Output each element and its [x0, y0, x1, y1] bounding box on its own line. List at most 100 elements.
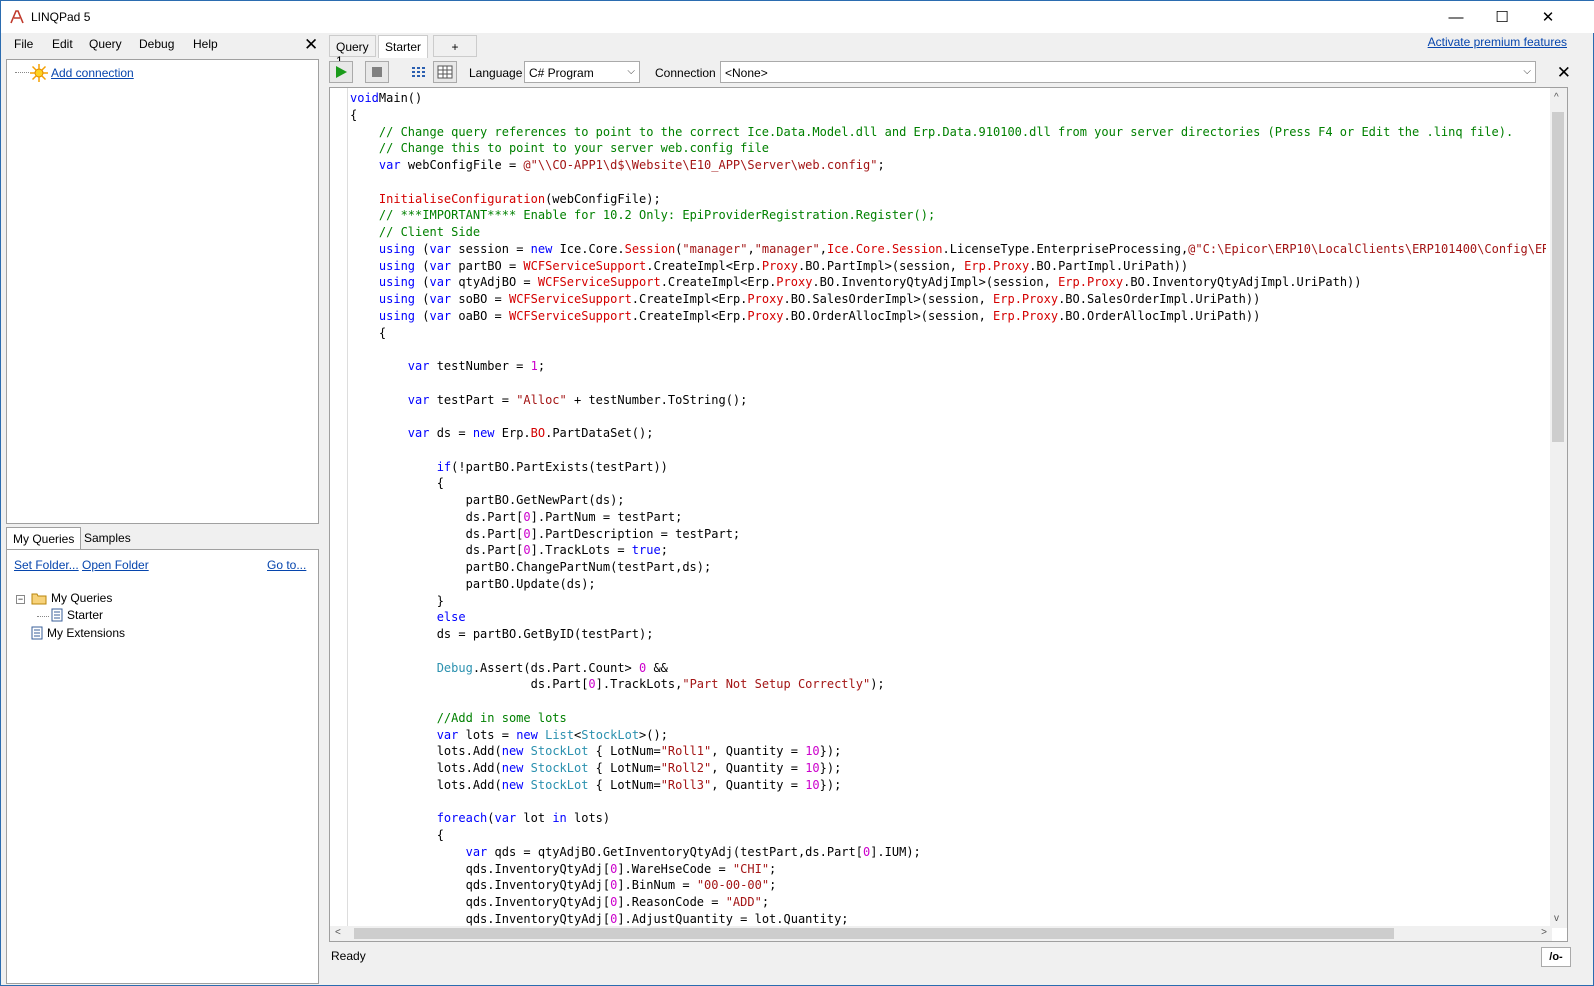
set-folder-link[interactable]: Set Folder... [14, 558, 79, 572]
status-indicator-button[interactable]: /o- [1541, 947, 1571, 967]
code-line: { [350, 325, 387, 340]
connection-select[interactable]: <None> ⌵ [720, 61, 1536, 83]
code-line: var ds = new Erp.BO.PartDataSet(); [407, 426, 654, 440]
vertical-scrollbar[interactable]: ^ v [1550, 88, 1567, 928]
results-grid-button[interactable] [433, 61, 457, 83]
collapse-toggle-icon[interactable]: − [16, 595, 25, 604]
go-to-link[interactable]: Go to... [267, 558, 306, 572]
code-line: qds.InventoryQtyAdj[0].BinNum = "00-00-0… [350, 878, 777, 893]
code-line: { [350, 107, 358, 122]
menu-debug[interactable]: Debug [139, 37, 174, 51]
code-line: partBO.ChangePartNum(testPart,ds); [350, 560, 712, 574]
maximize-button[interactable]: ☐ [1479, 1, 1525, 33]
tab-starter[interactable]: Starter [378, 35, 429, 58]
code-line: lots.Add(new StockLot { LotNum="Roll3", … [350, 777, 842, 792]
tree-connector [15, 72, 29, 73]
tree-connector [37, 616, 49, 617]
code-line: if(!partBO.PartExists(testPart)) [436, 459, 668, 474]
menu-edit[interactable]: Edit [52, 37, 73, 51]
close-panel-icon[interactable]: ✕ [304, 35, 318, 55]
stop-icon [372, 67, 382, 77]
code-line: var qds = qtyAdjBO.GetInventoryQtyAdj(te… [465, 844, 921, 859]
code-editor[interactable]: voidMain() { // Change query references t… [329, 87, 1568, 942]
code-line: var webConfigFile = @"\\CO-APP1\d$\Websi… [378, 158, 885, 172]
add-connection-link[interactable]: Add connection [51, 66, 134, 80]
new-query-tab-button[interactable]: + [433, 35, 477, 57]
close-icon: ✕ [1541, 9, 1555, 26]
menu-query[interactable]: Query [89, 37, 122, 51]
code-line: // ***IMPORTANT**** Enable for 10.2 Only… [378, 208, 936, 223]
menu-file[interactable]: File [14, 37, 33, 51]
tab-query-1[interactable]: Query 1 [329, 35, 376, 68]
results-rich-text-button[interactable] [407, 61, 431, 83]
text-results-icon [412, 67, 425, 77]
code-line: qds.InventoryQtyAdj[0].WareHseCode = "CH… [350, 861, 777, 876]
activate-premium-link[interactable]: Activate premium features [1428, 35, 1567, 49]
app-window: LINQPad 5 — ☐ ✕ File Edit Query Debug He… [0, 0, 1594, 986]
code-text[interactable]: voidMain() { // Change query references t… [350, 90, 1546, 928]
minimize-button[interactable]: — [1433, 1, 1479, 33]
tree-item-my-extensions[interactable]: My Extensions [31, 626, 125, 640]
code-line: ds = partBO.GetByID(testPart); [350, 627, 654, 641]
queries-tree-panel: Set Folder... Open Folder Go to... − My … [6, 549, 319, 984]
vertical-scroll-thumb[interactable] [1552, 112, 1564, 442]
tree-label-my-extensions: My Extensions [47, 626, 126, 640]
code-line: var testPart = "Alloc" + testNumber.ToSt… [407, 392, 748, 407]
tree-label-starter: Starter [67, 608, 104, 622]
query-toolbar: Language C# Program ⌵ Connection <None> … [329, 59, 1594, 85]
code-line: //Add in some lots [436, 710, 567, 725]
tree-label-my-queries: My Queries [51, 591, 113, 605]
code-line: // Change this to point to your server w… [378, 141, 770, 156]
folder-icon [31, 593, 47, 605]
scroll-up-icon[interactable]: ^ [1554, 92, 1559, 103]
run-button[interactable] [329, 61, 353, 83]
horizontal-scroll-thumb[interactable] [354, 928, 1394, 939]
connection-panel: Add connection [6, 59, 319, 524]
open-folder-link[interactable]: Open Folder [82, 558, 149, 572]
connection-value: <None> [725, 66, 768, 80]
code-line: ds.Part[0].TrackLots = true; [350, 543, 668, 558]
close-window-button[interactable]: ✕ [1525, 1, 1571, 33]
code-line: InitialiseConfiguration(webConfigFile); [378, 191, 661, 206]
document-icon [31, 626, 43, 640]
code-line: { [350, 476, 444, 491]
menu-help[interactable]: Help [193, 37, 218, 51]
close-query-icon[interactable]: ✕ [1557, 63, 1571, 83]
status-bar: Ready /o- [329, 945, 1594, 967]
code-line: var testNumber = 1; [407, 359, 546, 373]
queries-panel: My Queries Samples Set Folder... Open Fo… [6, 527, 319, 984]
language-value: C# Program [529, 66, 594, 80]
add-connection-icon [30, 64, 48, 82]
chevron-down-icon: ⌵ [627, 66, 635, 77]
tree-item-my-queries[interactable]: My Queries [31, 591, 112, 605]
scroll-right-icon[interactable]: > [1541, 927, 1547, 938]
language-label: Language [469, 66, 523, 80]
code-line: Debug.Assert(ds.Part.Count> 0 && [436, 660, 668, 675]
chevron-down-icon: ⌵ [1523, 66, 1531, 77]
code-line: partBO.GetNewPart(ds); [350, 493, 625, 507]
tab-my-queries[interactable]: My Queries [6, 527, 82, 549]
code-line: using (var soBO = WCFServiceSupport.Crea… [378, 292, 1261, 306]
scroll-left-icon[interactable]: < [335, 927, 341, 938]
code-line: partBO.Update(ds); [350, 576, 596, 591]
tab-samples[interactable]: Samples [78, 527, 137, 549]
document-icon [51, 608, 63, 622]
scroll-down-icon[interactable]: v [1554, 913, 1559, 924]
code-line: qds.InventoryQtyAdj[0].ReasonCode = "ADD… [350, 895, 770, 909]
horizontal-scrollbar[interactable]: < > [330, 926, 1552, 941]
connection-label: Connection [655, 66, 716, 80]
tree-item-starter[interactable]: Starter [51, 608, 103, 622]
language-select[interactable]: C# Program ⌵ [524, 61, 640, 83]
stop-button[interactable] [365, 61, 389, 83]
status-text: Ready [331, 949, 366, 963]
maximize-icon: ☐ [1495, 9, 1509, 26]
menu-bar: File Edit Query Debug Help ✕ [1, 33, 326, 55]
code-line: // Client Side [378, 225, 481, 239]
